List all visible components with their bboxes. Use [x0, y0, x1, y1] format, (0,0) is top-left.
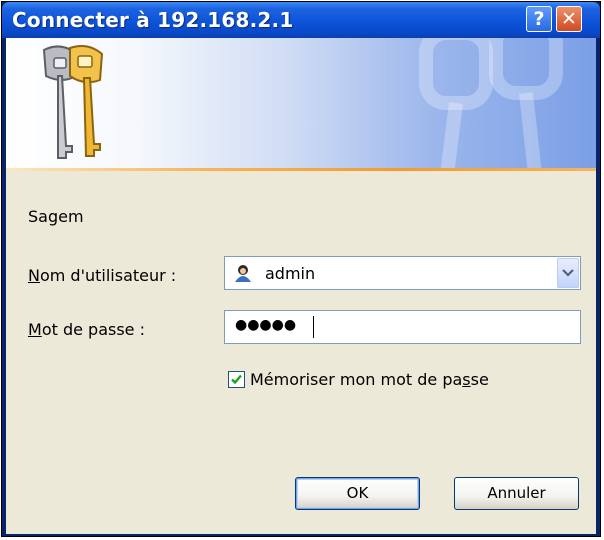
chevron-down-icon: [562, 269, 574, 277]
ok-button[interactable]: OK: [295, 477, 420, 510]
password-field[interactable]: ●●●●●: [224, 310, 581, 344]
password-label: Mot de passe :: [28, 320, 145, 339]
keys-icon: [42, 45, 104, 159]
username-dropdown-button[interactable]: [557, 258, 579, 288]
dialog-banner: [6, 38, 596, 168]
check-icon: [231, 374, 242, 385]
title-bar[interactable]: Connecter à 192.168.2.1 ? ✕: [2, 2, 600, 38]
cancel-button[interactable]: Annuler: [454, 477, 579, 510]
help-button[interactable]: ?: [526, 6, 552, 32]
username-combobox[interactable]: admin: [224, 256, 581, 290]
password-value[interactable]: ●●●●●: [235, 317, 296, 333]
dialog-content: Sagem Nom d'utilisateur : admin Mot de p…: [6, 171, 596, 534]
user-icon: [235, 265, 251, 282]
remember-password-checkbox[interactable]: [228, 371, 245, 388]
realm-label: Sagem: [28, 207, 84, 226]
remember-password-label[interactable]: Mémoriser mon mot de passe: [250, 370, 489, 389]
keys-watermark-icon: [419, 38, 563, 168]
window-title: Connecter à 192.168.2.1: [12, 8, 294, 32]
username-label: Nom d'utilisateur :: [28, 266, 177, 285]
username-value[interactable]: admin: [265, 264, 315, 283]
close-button[interactable]: ✕: [556, 6, 582, 32]
login-dialog: Connecter à 192.168.2.1 ? ✕ Sagem Nom d'…: [1, 1, 601, 537]
text-cursor: [313, 316, 314, 338]
